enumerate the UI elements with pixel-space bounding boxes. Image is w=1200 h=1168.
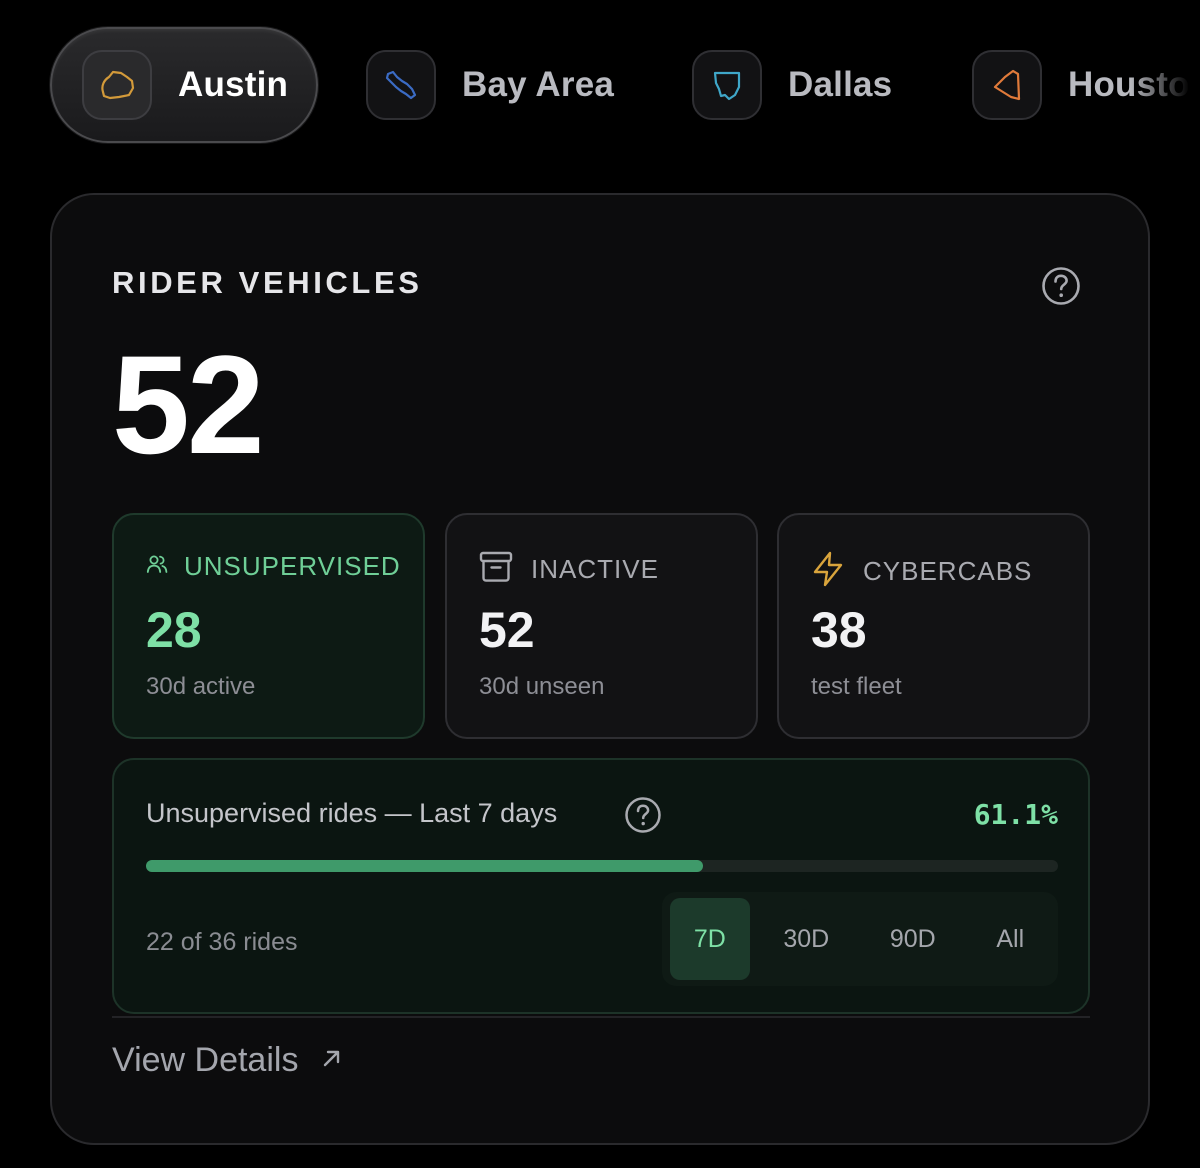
stat-unsupervised[interactable]: UNSUPERVISED 28 30d active (112, 513, 425, 739)
stat-value: 52 (479, 602, 535, 658)
view-details-label: View Details (112, 1041, 299, 1079)
stat-label: UNSUPERVISED (184, 551, 401, 581)
city-tab-label: Austin (178, 65, 289, 104)
users-icon (146, 553, 168, 580)
stat-label: CYBERCABS (863, 556, 1033, 586)
question-circle-icon[interactable] (1040, 265, 1082, 307)
range-option-7d[interactable]: 7D (670, 898, 750, 980)
bay-area-map-icon (366, 50, 436, 120)
city-tab-bay-area[interactable]: Bay Area (366, 27, 614, 143)
unsupervised-rides-panel: Unsupervised rides — Last 7 days 61.1% 2… (112, 758, 1090, 1014)
rides-count: 22 of 36 rides (146, 928, 298, 956)
lightning-bolt-icon (811, 551, 845, 592)
archive-box-icon (479, 551, 513, 588)
range-option-all[interactable]: All (963, 898, 1059, 980)
divider (112, 1016, 1090, 1018)
city-tab-bar: Austin Bay Area Dallas Houston (0, 0, 1200, 175)
dallas-map-icon (692, 50, 762, 120)
range-option-30d[interactable]: 30D (750, 898, 863, 980)
city-tab-dallas[interactable]: Dallas (692, 27, 892, 143)
austin-map-icon (82, 50, 152, 120)
stat-cybercabs[interactable]: CYBERCABS 38 test fleet (777, 513, 1090, 739)
stat-subtext: test fleet (811, 673, 902, 700)
city-tab-label: Bay Area (462, 65, 615, 104)
rides-percentage: 61.1% (973, 798, 1058, 831)
stat-label: INACTIVE (531, 554, 659, 584)
stat-value: 28 (146, 602, 202, 658)
arrow-up-right-icon (298, 1046, 344, 1075)
rides-progress-track (146, 860, 1058, 872)
scroll-fade (1130, 0, 1200, 175)
range-option-90d[interactable]: 90D (863, 898, 962, 980)
stat-inactive[interactable]: INACTIVE 52 30d unseen (445, 513, 758, 739)
rides-progress-fill (146, 860, 704, 872)
houston-map-icon (972, 50, 1042, 120)
rides-title: Unsupervised rides — Last 7 days (146, 798, 558, 828)
stat-subtext: 30d unseen (479, 673, 605, 700)
card-title: RIDER VEHICLES (112, 265, 423, 300)
city-tab-austin[interactable]: Austin (50, 27, 318, 143)
question-circle-icon[interactable] (624, 796, 662, 834)
city-tab-label: Dallas (788, 65, 893, 104)
stat-value: 38 (811, 602, 867, 658)
total-vehicles: 52 (112, 326, 265, 483)
rider-vehicles-card: RIDER VEHICLES 52 UNSUPERVISED 28 30d ac… (50, 193, 1150, 1145)
time-range-selector: 7D 30D 90D All (662, 892, 1058, 986)
view-details-link[interactable]: View Details (112, 1041, 344, 1080)
stat-subtext: 30d active (146, 673, 256, 700)
